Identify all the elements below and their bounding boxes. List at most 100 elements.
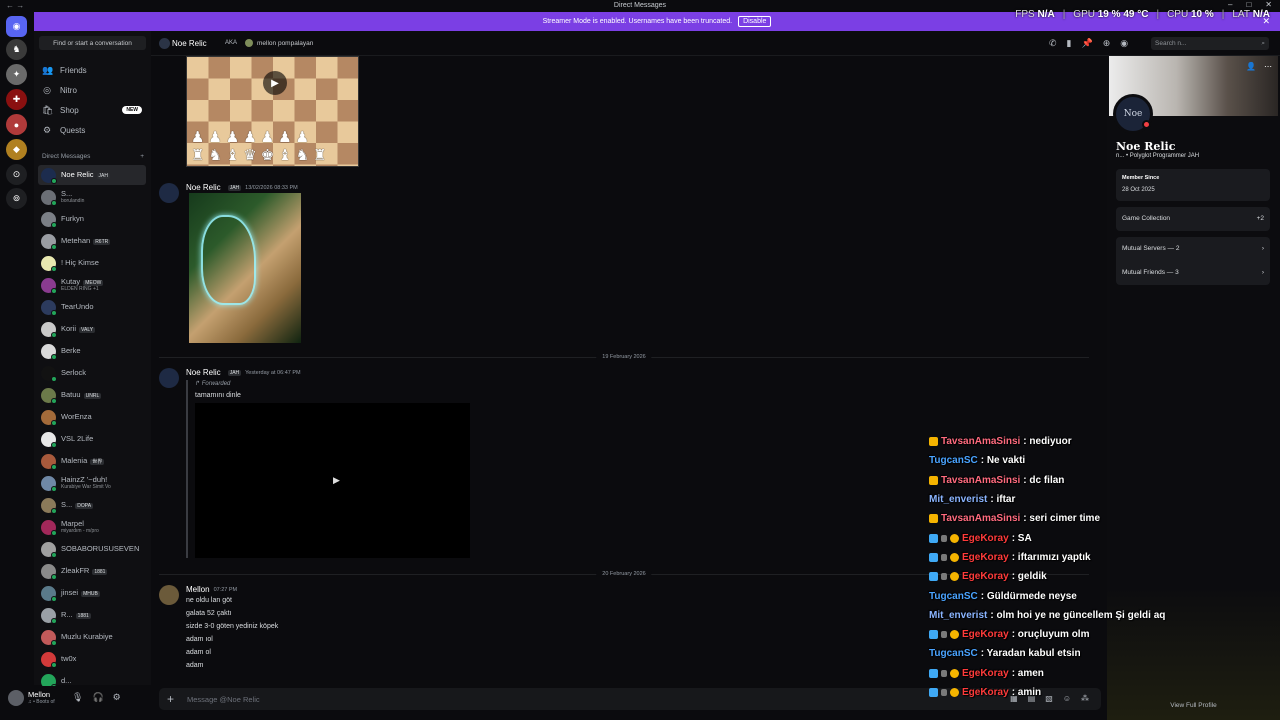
dm-item[interactable]: ZleakFR 1881 (38, 561, 146, 581)
server-rail: ◉ ♞ ✦ ✚ ● ◆ ⊙ ⊚ (0, 12, 34, 720)
dm-item[interactable]: ! Hiç Kimse (38, 253, 146, 273)
message-author[interactable]: Mellon (186, 585, 210, 594)
game-collection-card[interactable]: Game Collection +2 (1116, 207, 1270, 231)
search-input[interactable]: Search n... ⌕ (1151, 37, 1269, 50)
member-since-card: Member Since 28 Oct 2025 (1116, 169, 1270, 201)
dm-item[interactable]: HainzZ '~duh! Kurabiye War Simit Vo (38, 473, 146, 493)
chess-video-embed[interactable]: ▶ ♟♟♟♟♟♟♟ ♜♞♝♛♚♝♞♜ (186, 56, 359, 167)
dm-item[interactable]: SOBABORUSUSEVEN (38, 539, 146, 559)
chat-message: : seri cimer time (1023, 513, 1101, 525)
dm-item[interactable]: Furkyn (38, 209, 146, 229)
mutual-servers-label: Mutual Servers — 2 (1122, 245, 1180, 252)
dm-item[interactable]: S... DOPA (38, 495, 146, 515)
nav-friends[interactable]: 👥 Friends (42, 62, 142, 78)
video-embed[interactable]: ▶ (195, 403, 470, 558)
create-dm-icon[interactable]: + (140, 153, 144, 160)
server-icon[interactable]: ♞ (6, 39, 27, 60)
discord-home-icon[interactable]: ◉ (6, 16, 27, 37)
more-options-icon[interactable]: ⋯ (1264, 62, 1272, 71)
dm-item[interactable]: Metehan R6TR (38, 231, 146, 251)
chat-badge-icon (929, 437, 938, 447)
video-call-icon[interactable]: ▮ (1067, 38, 1072, 49)
dm-item[interactable]: Noe Relic JAH (38, 165, 146, 185)
server-icon[interactable]: ⊙ (6, 164, 27, 185)
dm-item[interactable]: WorEnza (38, 407, 146, 427)
member-since-label: Member Since (1122, 175, 1160, 181)
user-profile-icon[interactable]: ◉ (1120, 38, 1128, 49)
headphones-icon[interactable]: 🎧 (92, 692, 103, 703)
settings-gear-icon[interactable]: ⚙ (113, 692, 121, 703)
add-friend-icon[interactable]: 👤 (1246, 62, 1256, 71)
banner-text: Streamer Mode is enabled. Usernames have… (542, 18, 733, 25)
nav-nitro[interactable]: ◎ Nitro (42, 82, 142, 98)
nav-quests[interactable]: ⚙ Quests (42, 122, 142, 138)
play-icon[interactable]: ▶ (263, 71, 287, 95)
stream-chat-line: TugcanSC: Güldürmede neyse (929, 586, 1269, 605)
chat-badge-icon (929, 475, 938, 485)
dm-item[interactable]: Korii VALY (38, 319, 146, 339)
dm-avatar (41, 497, 57, 514)
dm-item[interactable]: TearUndo (38, 297, 146, 317)
upload-plus-icon[interactable]: + (167, 692, 174, 706)
online-status-icon (51, 375, 57, 382)
user-avatar[interactable] (8, 690, 24, 706)
mutual-friends-row[interactable]: Mutual Friends — 3 › (1122, 269, 1264, 276)
minimize-icon[interactable]: – (1228, 0, 1232, 9)
user-name[interactable]: Mellon (28, 690, 50, 699)
message-avatar[interactable] (159, 368, 179, 388)
message-avatar[interactable] (159, 585, 179, 605)
chat-message: : Yaradan kabul etsin (980, 648, 1081, 660)
lat-label: LAT (1232, 9, 1250, 20)
play-icon[interactable]: ▶ (333, 475, 340, 486)
dm-item[interactable]: S... borulandin (38, 187, 146, 207)
message-author[interactable]: Noe Relic (186, 368, 221, 377)
dm-item[interactable]: VSL 2Life (38, 429, 146, 449)
dm-item[interactable]: Batuu UNRL (38, 385, 146, 405)
message-author[interactable]: Noe Relic (186, 183, 221, 192)
header-avatar[interactable] (159, 38, 170, 49)
chat-message: : amin (1011, 687, 1042, 698)
disable-streamer-mode-button[interactable]: Disable (738, 16, 772, 27)
guild-tag: JAH (227, 369, 242, 376)
dm-avatar (41, 255, 57, 272)
chat-message: : SA (1011, 532, 1032, 544)
cpu-value: 10 % (1190, 9, 1214, 20)
profile-avatar[interactable]: Noe (1113, 94, 1153, 134)
online-status-icon (51, 595, 57, 602)
pinned-messages-icon[interactable]: 📌 (1082, 38, 1093, 49)
find-conversation-button[interactable]: Find or start a conversation (39, 36, 146, 50)
close-icon[interactable]: ✕ (1265, 0, 1272, 9)
guild-tag: JAH (227, 184, 242, 191)
dm-item[interactable]: Serlock (38, 363, 146, 383)
mutual-servers-row[interactable]: Mutual Servers — 2 › (1122, 245, 1264, 252)
maximize-icon[interactable]: □ (1246, 0, 1251, 9)
dm-item[interactable]: jinsei MHUB (38, 583, 146, 603)
dm-item[interactable]: Kutay MEOW ELDEN RING +1 (38, 275, 146, 295)
message-avatar[interactable] (159, 183, 179, 203)
chat-badge-icon (929, 572, 938, 582)
server-icon[interactable]: ⊚ (6, 188, 27, 209)
nav-label: Shop (60, 105, 79, 115)
dm-item[interactable]: R... 1881 (38, 605, 146, 625)
server-icon[interactable]: ● (6, 114, 27, 135)
add-friends-icon[interactable]: ⊕ (1103, 38, 1111, 49)
server-icon[interactable]: ✚ (6, 89, 27, 110)
dm-item[interactable]: Berke (38, 341, 146, 361)
nav-shop[interactable]: 🛍 Shop NEW (42, 102, 142, 118)
microphone-icon[interactable]: 🎙 (72, 692, 83, 703)
dm-item[interactable]: Malenia 世界 (38, 451, 146, 471)
server-icon[interactable]: ◆ (6, 139, 27, 160)
server-icon[interactable]: ✦ (6, 64, 27, 85)
date-divider-label: 19 February 2026 (596, 354, 652, 360)
dm-item[interactable]: Marpel miyardım - m/pro (38, 517, 146, 537)
voice-call-icon[interactable]: ✆ (1049, 38, 1057, 49)
header-username[interactable]: Noe Relic (172, 39, 207, 48)
dm-item[interactable]: tw0x (38, 649, 146, 669)
dm-avatar (41, 211, 57, 228)
dm-avatar (41, 409, 57, 426)
view-full-profile-button[interactable]: View Full Profile (1107, 702, 1280, 709)
neon-photo-attachment[interactable] (189, 193, 301, 343)
dm-item[interactable]: Muzlu Kurabiye (38, 627, 146, 647)
stream-chat-line: TavsanAmaSinsi: dc filan (929, 471, 1269, 490)
dm-name: Noe Relic (61, 169, 94, 179)
